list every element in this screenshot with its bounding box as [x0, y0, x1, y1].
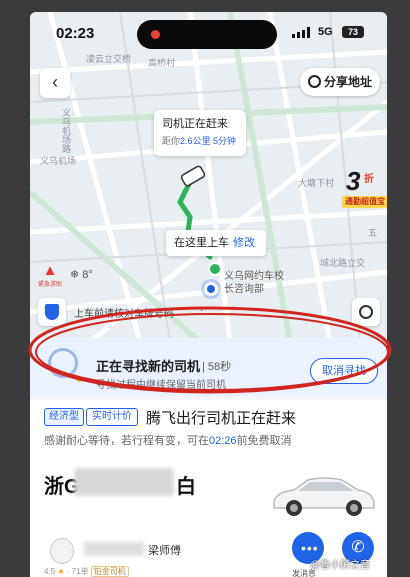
driver-badge: 铂金司机: [90, 566, 129, 577]
promo-banner: 通勤超值宝: [342, 196, 387, 208]
map-label-airport-road: 义乌机场路: [61, 108, 71, 153]
order-count: 71单: [71, 567, 89, 576]
my-location-dot: [204, 282, 218, 296]
car-image: [273, 477, 375, 516]
cancel-notice: 感谢耐心等待，若行程有变，可在02:26前免费取消: [44, 432, 292, 448]
driver-redacted: [84, 542, 144, 556]
emergency-button[interactable]: ▲ 紧急求助: [36, 262, 64, 288]
promo-badge[interactable]: 3 折 通勤超值宝: [342, 166, 387, 210]
map-label-top-left: 凌云立交桥: [86, 54, 132, 64]
snow-icon: ❄: [70, 269, 80, 281]
recording-dot-icon: [151, 30, 160, 39]
map-view[interactable]: 凌云立交桥 高桥村 义乌机场路 义乌机场 大塘下村 城北路立交 五 ‹ 分享地址…: [30, 12, 387, 342]
status-time: 02:23: [56, 25, 95, 42]
driver-car-icon: [180, 165, 206, 187]
network-type: 5G: [318, 26, 333, 38]
share-address-label: 分享地址: [324, 75, 373, 89]
driver-avatar[interactable]: [50, 538, 74, 564]
map-label-right-mid: 大塘下村: [298, 178, 335, 188]
map-label-airport: 义乌机场: [40, 156, 77, 166]
promo-number: 3: [346, 166, 361, 196]
map-label-top-mid: 高桥村: [148, 58, 176, 68]
notice-time: 02:26: [209, 435, 237, 447]
plate-redacted: [74, 468, 174, 496]
watermark: @鲁小厉之音: [310, 560, 371, 571]
driver-name: 梁师傅: [148, 545, 181, 557]
car-color: 白: [176, 476, 196, 498]
pickup-point-bubble[interactable]: 在这里上车 修改: [166, 230, 266, 256]
notice-prefix: 感谢耐心等待，若行程有变，可在: [44, 435, 209, 447]
notice-suffix: 前免费取消: [236, 435, 292, 447]
weather-temp: 8°: [82, 269, 93, 281]
promo-unit: 折: [364, 174, 374, 185]
trip-sheet: 经济型 实时计价 腾飞出行司机正在赶来 感谢耐心等待，若行程有变，可在02:26…: [30, 400, 387, 577]
map-label-bottom-right: 城北路立交: [320, 258, 366, 268]
chat-icon: •••: [301, 540, 319, 556]
map-label-right-road: 五: [368, 228, 378, 238]
emergency-label: 紧急求助: [37, 282, 62, 288]
pricing-tag: 实时计价: [86, 408, 138, 426]
rating-value: 4.5: [44, 567, 56, 576]
chevron-left-icon: ‹: [52, 72, 58, 92]
pickup-label: 在这里上车: [174, 237, 229, 249]
pickup-location-line1: 义乌网约车校: [224, 271, 284, 282]
signal-icon: [292, 27, 310, 38]
dynamic-island: [137, 20, 277, 49]
battery-indicator: 73: [342, 26, 364, 38]
car-type-tag: 经济型: [44, 408, 84, 426]
share-address-button[interactable]: 分享地址: [300, 68, 380, 96]
back-button[interactable]: ‹: [40, 68, 70, 98]
eta-prefix: 距你: [162, 136, 181, 146]
driver-status-title: 司机正在赶来: [162, 118, 228, 130]
phone-icon: ✆: [351, 539, 365, 556]
pickup-location-label: 义乌网约车校 长咨询部: [224, 270, 284, 296]
trip-headline: 腾飞出行司机正在赶来: [146, 410, 297, 427]
share-icon: [308, 75, 321, 88]
eta-distance: 2.6公里: [180, 136, 211, 146]
status-bar: 02:23 5G 73: [30, 12, 387, 52]
star-icon: ★: [57, 567, 65, 576]
red-circle-annotation: [28, 306, 392, 394]
pickup-pin-icon: [208, 262, 222, 276]
eta-time: 5分钟: [213, 136, 237, 146]
pickup-location-line2: 长咨询部: [224, 284, 264, 295]
driver-eta: 距你2.6公里 5分钟: [162, 134, 238, 147]
driver-status-bubble: 司机正在赶来 距你2.6公里 5分钟: [154, 110, 246, 156]
weather-indicator: ❄ 8°: [70, 268, 93, 281]
alarm-icon: ▲: [42, 262, 58, 279]
phone-screen: 凌云立交桥 高桥村 义乌机场路 义乌机场 大塘下村 城北路立交 五 ‹ 分享地址…: [30, 12, 387, 577]
pickup-edit-link[interactable]: 修改: [233, 237, 255, 249]
driver-rating: 4.5 ★ · 71单 铂金司机: [44, 566, 129, 577]
